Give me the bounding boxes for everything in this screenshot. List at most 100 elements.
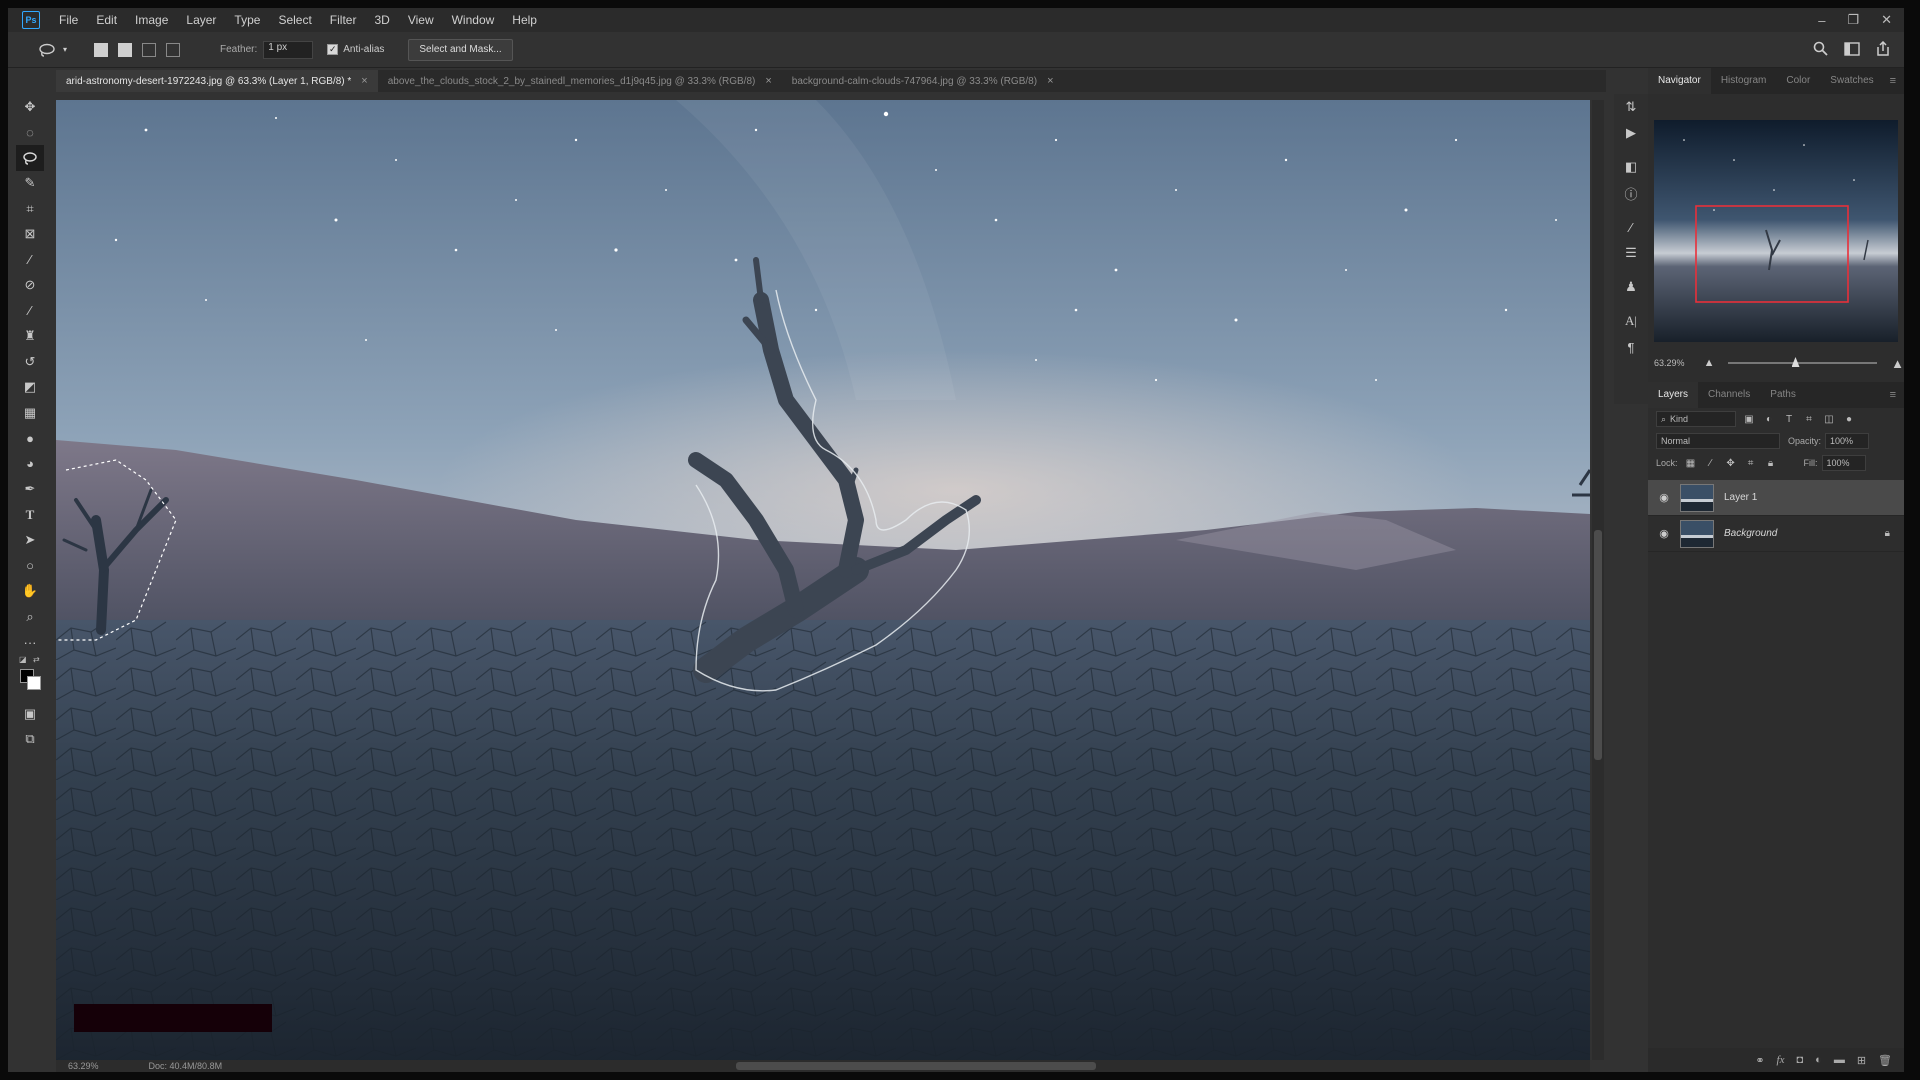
eraser-tool-icon[interactable]: ◩ — [16, 375, 44, 401]
lock-position-icon[interactable]: ✥ — [1724, 456, 1738, 470]
properties-icon[interactable]: ☰ — [1614, 240, 1648, 266]
vertical-scrollbar[interactable] — [1592, 100, 1604, 1060]
feather-input[interactable]: 1 px — [263, 40, 314, 59]
tab-color[interactable]: Color — [1776, 68, 1820, 94]
eyedropper-tool-icon[interactable]: ⁄ — [16, 247, 44, 273]
frame-tool-icon[interactable]: ⊠ — [16, 222, 44, 248]
share-icon[interactable] — [1876, 40, 1890, 59]
select-and-mask-button[interactable]: Select and Mask... — [408, 38, 513, 61]
new-group-icon[interactable]: ▬ — [1834, 1054, 1845, 1066]
clone-stamp-tool-icon[interactable]: ♜ — [16, 324, 44, 350]
blend-mode-select[interactable]: Normal — [1656, 433, 1780, 449]
healing-brush-tool-icon[interactable]: ⊘ — [16, 273, 44, 299]
panel-menu-icon[interactable]: ≡ — [1890, 389, 1896, 401]
paragraph-icon[interactable]: ¶ — [1614, 334, 1648, 360]
quick-selection-tool-icon[interactable]: ✎ — [16, 171, 44, 197]
path-selection-tool-icon[interactable]: ➤ — [16, 528, 44, 554]
ellipse-tool-icon[interactable]: ○ — [16, 553, 44, 579]
hand-tool-icon[interactable]: ✋ — [16, 579, 44, 605]
pen-tool-icon[interactable]: ✒ — [16, 477, 44, 503]
actions-play-icon[interactable]: ▶ — [1614, 120, 1648, 146]
screen-mode-icon[interactable]: ⧉ — [16, 727, 44, 753]
opacity-input[interactable]: 100% — [1825, 433, 1870, 449]
minimize-icon[interactable]: – — [1818, 13, 1825, 28]
layer-filter-select[interactable]: ⌕ Kind — [1656, 411, 1736, 427]
eye-icon[interactable]: ◉ — [1652, 491, 1676, 504]
tab-document-3[interactable]: background-calm-clouds-747964.jpg @ 33.3… — [782, 70, 1064, 92]
shape-filter-icon[interactable]: ⌗ — [1802, 412, 1816, 426]
eye-icon[interactable]: ◉ — [1652, 527, 1676, 540]
navigator-zoom-slider[interactable] — [1728, 357, 1878, 367]
navigator-zoom-value[interactable]: 63.29% — [1654, 358, 1704, 368]
history-brush-tool-icon[interactable]: ↺ — [16, 349, 44, 375]
history-icon[interactable]: ⇅ — [1614, 94, 1648, 120]
default-colors-icon[interactable]: ◪ — [19, 655, 27, 664]
gradient-tool-icon[interactable]: ▦ — [16, 400, 44, 426]
lock-image-icon[interactable]: ∕ — [1704, 456, 1718, 470]
layer-mask-icon[interactable]: ◘ — [1797, 1054, 1804, 1066]
smart-object-filter-icon[interactable]: ◫ — [1822, 412, 1836, 426]
tab-layers[interactable]: Layers — [1648, 382, 1699, 408]
intersect-selection-icon[interactable] — [166, 42, 180, 57]
menu-image[interactable]: Image — [126, 8, 177, 32]
quick-mask-icon[interactable]: ▣ — [16, 701, 44, 727]
menu-layer[interactable]: Layer — [177, 8, 225, 32]
type-filter-icon[interactable]: T — [1782, 412, 1796, 426]
menu-window[interactable]: Window — [443, 8, 504, 32]
link-layers-icon[interactable]: ⚭ — [1755, 1054, 1764, 1067]
chevron-down-icon[interactable]: ▾ — [60, 42, 70, 58]
navigator-zoom-slider-thumb[interactable] — [1791, 357, 1800, 367]
trash-icon[interactable]: 🗑︎ — [1878, 1054, 1892, 1067]
zoom-in-icon[interactable]: ▲ — [1891, 356, 1904, 371]
menu-edit[interactable]: Edit — [87, 8, 126, 32]
tab-close-icon[interactable]: × — [765, 75, 771, 87]
antialias-checkbox[interactable]: ✓ — [327, 44, 339, 55]
tab-document-2[interactable]: above_the_clouds_stock_2_by_stainedl_mem… — [378, 70, 782, 92]
tab-paths[interactable]: Paths — [1760, 382, 1806, 408]
lasso-tool-icon[interactable] — [16, 145, 44, 171]
restore-icon[interactable]: ❐ — [1847, 12, 1859, 28]
menu-type[interactable]: Type — [225, 8, 269, 32]
search-icon[interactable] — [1813, 41, 1828, 59]
clone-source-icon[interactable]: ♟ — [1614, 274, 1648, 300]
layer-row-background[interactable]: ◉ Background 🔒︎ — [1648, 516, 1904, 552]
tab-histogram[interactable]: Histogram — [1711, 68, 1777, 94]
more-tools-icon[interactable]: ··· — [16, 630, 44, 656]
horizontal-scrollbar-thumb[interactable] — [736, 1062, 1096, 1070]
adjustment-layer-icon[interactable]: ◐ — [1815, 1054, 1822, 1066]
dodge-tool-icon[interactable]: ◕ — [16, 451, 44, 477]
swap-colors-icon[interactable]: ⇄ — [33, 655, 40, 664]
lock-all-icon[interactable]: 🔒︎ — [1764, 456, 1778, 470]
workspace-icon[interactable] — [1844, 41, 1860, 59]
subtract-from-selection-icon[interactable] — [142, 42, 156, 57]
info-icon[interactable]: ⓘ — [1614, 180, 1648, 206]
tab-close-icon[interactable]: × — [1047, 75, 1053, 87]
add-to-selection-icon[interactable] — [118, 42, 132, 57]
adjustments-icon[interactable]: ◧ — [1614, 154, 1648, 180]
menu-filter[interactable]: Filter — [321, 8, 366, 32]
menu-3d[interactable]: 3D — [365, 8, 398, 32]
menu-help[interactable]: Help — [503, 8, 546, 32]
navigator-preview[interactable] — [1654, 120, 1898, 342]
tab-document-1[interactable]: arid-astronomy-desert-1972243.jpg @ 63.3… — [56, 70, 378, 92]
close-icon[interactable]: ✕ — [1881, 12, 1892, 28]
adjustment-filter-icon[interactable]: ◐ — [1762, 412, 1776, 426]
crop-tool-icon[interactable]: ⌗ — [16, 196, 44, 222]
character-icon[interactable]: A| — [1614, 308, 1648, 334]
move-tool-icon[interactable]: ✥ — [16, 94, 44, 120]
brush-settings-icon[interactable]: ∕ — [1614, 214, 1648, 240]
status-zoom[interactable]: 63.29% — [68, 1061, 99, 1071]
tab-navigator[interactable]: Navigator — [1648, 68, 1711, 94]
lock-artboard-icon[interactable]: ⌗ — [1744, 456, 1758, 470]
new-selection-icon[interactable] — [94, 42, 108, 57]
blur-tool-icon[interactable]: ● — [16, 426, 44, 452]
lock-transparent-icon[interactable]: ▦ — [1684, 456, 1698, 470]
fill-input[interactable]: 100% — [1821, 455, 1866, 471]
zoom-tool-icon[interactable]: ⌕ — [16, 604, 44, 630]
brush-tool-icon[interactable]: ∕ — [16, 298, 44, 324]
filter-toggle-icon[interactable]: ● — [1842, 412, 1856, 426]
background-color-swatch[interactable] — [27, 676, 41, 690]
pixel-filter-icon[interactable]: ▣ — [1742, 412, 1756, 426]
zoom-out-icon[interactable]: ▲ — [1704, 357, 1715, 369]
menu-file[interactable]: File — [50, 8, 87, 32]
